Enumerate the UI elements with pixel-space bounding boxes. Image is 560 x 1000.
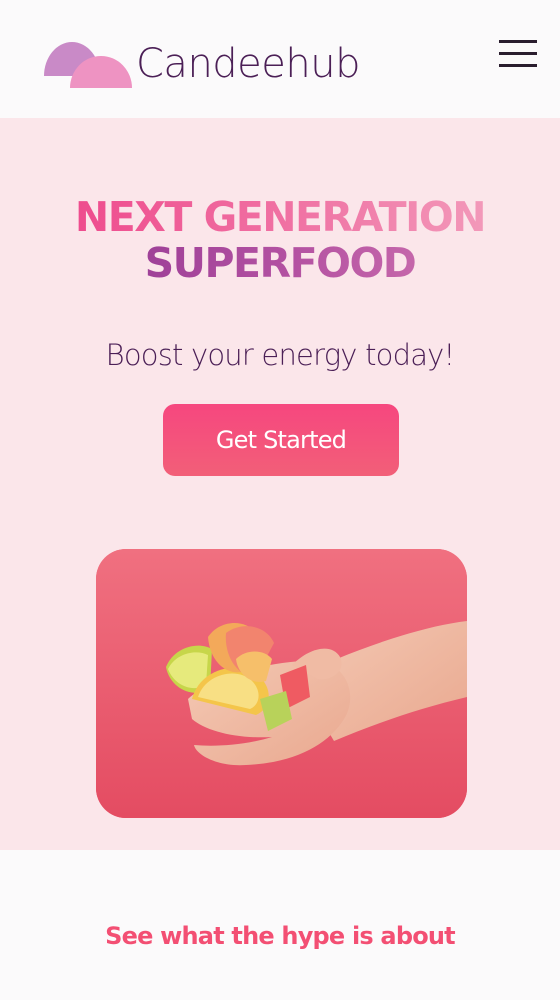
get-started-button[interactable]: Get Started (163, 404, 399, 476)
cloud-logo-icon (44, 42, 132, 88)
hero-title-line2: SUPERFOOD (0, 240, 560, 286)
hero-subtitle: Boost your energy today! (105, 338, 456, 372)
hype-section-heading: See what the hype is about (105, 922, 456, 950)
site-header: Candeehub (0, 0, 560, 118)
candy-hand-photo (96, 549, 467, 818)
hamburger-menu-icon[interactable] (496, 38, 540, 70)
hero-section: NEXT GENERATION SUPERFOOD Boost your ene… (0, 118, 560, 850)
brand-logo[interactable]: Candeehub (44, 34, 364, 94)
hero-title: NEXT GENERATION SUPERFOOD (0, 194, 560, 286)
brand-name: Candeehub (136, 41, 361, 87)
hero-title-line1: NEXT GENERATION (0, 194, 560, 240)
